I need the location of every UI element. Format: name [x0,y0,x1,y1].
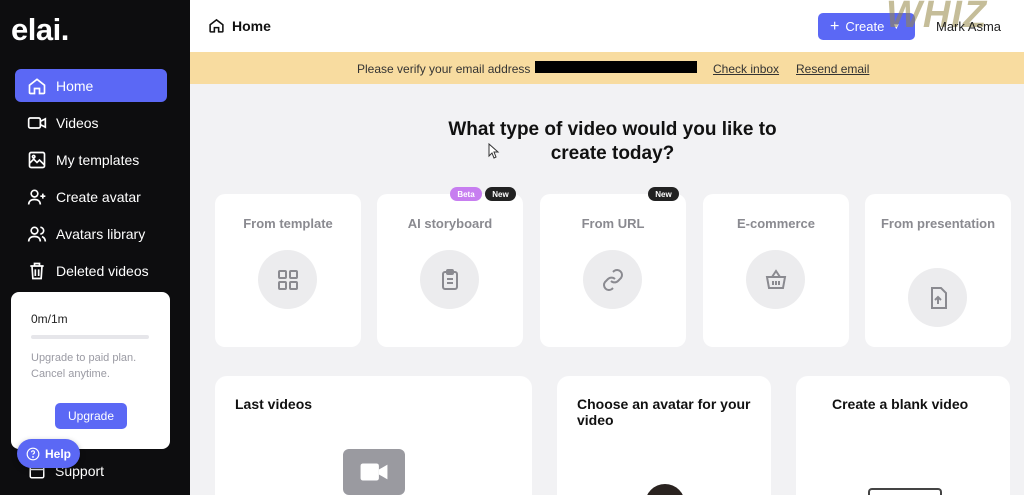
banner-text: Please verify your email address [357,62,531,76]
card-title: From template [243,216,333,231]
card-ai-storyboard[interactable]: AI storyboard [377,194,523,347]
plan-progress-bar [31,335,149,339]
plan-card: 0m/1m Upgrade to paid plan. Cancel anyti… [11,292,170,449]
sidebar-item-label: My templates [56,151,140,168]
clipboard-icon [441,268,458,290]
new-badge: New [485,187,516,201]
card-icon-wrap [908,268,967,327]
sidebar-item-label: Home [56,77,94,94]
sidebar-item-my-templates[interactable]: My templates [15,143,167,176]
templates-icon [28,151,46,168]
card-title: From presentation [880,216,996,231]
home-icon [209,18,224,33]
resend-email-link[interactable]: Resend email [796,62,869,76]
card-icon-wrap [420,250,479,309]
panel-title: Last videos [235,396,313,412]
video-camera-icon [360,463,388,481]
logo[interactable]: elai. [11,12,69,48]
create-label: Create [845,19,885,34]
plan-usage: 0m/1m [31,312,68,326]
plan-description: Upgrade to paid plan. Cancel anytime. [31,352,137,380]
plus-icon: + [830,17,840,35]
file-upload-icon [930,286,947,309]
blank-video-illustration [868,488,942,495]
card-icon-wrap [258,250,317,309]
add-user-icon [27,189,46,205]
blank-video-panel[interactable]: Create a blank video [796,376,1010,495]
users-icon [27,226,47,242]
link-icon [602,268,623,291]
sidebar-item-avatars-library[interactable]: Avatars library [15,217,167,250]
topbar: Home + Create ▼ WHIZ Mark Asma [190,0,1024,52]
sidebar-item-videos[interactable]: Videos [15,106,167,139]
card-from-presentation[interactable]: From presentation [865,194,1011,347]
home-icon [28,77,46,94]
sidebar-item-label: Videos [56,114,99,131]
sidebar-item-label: Deleted videos [56,262,149,279]
sidebar-item-label: Create avatar [56,188,141,205]
page-title: Home [232,17,271,34]
card-title: AI storyboard [407,216,493,231]
beta-badge: Beta [450,187,482,201]
card-title: E-commerce [736,216,816,231]
panel-title: Choose an avatar for your video [577,396,751,428]
new-badge: New [648,187,679,201]
upgrade-button[interactable]: Upgrade [55,403,127,429]
sidebar-item-deleted-videos[interactable]: Deleted videos [15,254,167,287]
last-videos-panel: Last videos [215,376,532,495]
sidebar-item-home[interactable]: Home [15,69,167,102]
sidebar-item-label: Avatars library [56,225,146,242]
card-from-template[interactable]: From template [215,194,361,347]
card-e-commerce[interactable]: E-commerce [703,194,849,347]
avatar-image [645,484,685,495]
mouse-cursor-icon [488,143,500,159]
help-label: Help [44,446,71,461]
grid-icon [277,269,298,290]
user-menu[interactable]: Mark Asma [936,19,1001,34]
video-placeholder[interactable] [343,449,405,495]
card-icon-wrap [583,250,642,309]
card-from-url[interactable]: From URL [540,194,686,347]
trash-icon [30,262,44,279]
card-title: From URL [581,216,645,231]
basket-icon [765,268,786,289]
main-heading: What type of video would you like to cre… [448,119,777,164]
check-inbox-link[interactable]: Check inbox [713,62,779,76]
card-icon-wrap [746,250,805,309]
video-camera-icon [27,116,47,129]
question-icon [26,447,40,460]
sidebar-item-create-avatar[interactable]: Create avatar [15,180,167,213]
verify-email-banner: Please verify your email address Check i… [190,52,1024,84]
redacted-email [535,61,697,73]
panel-title: Create a blank video [832,396,969,412]
help-button[interactable]: Help [17,439,80,468]
breadcrumb[interactable]: Home [208,17,271,34]
choose-avatar-panel[interactable]: Choose an avatar for your video [557,376,771,495]
